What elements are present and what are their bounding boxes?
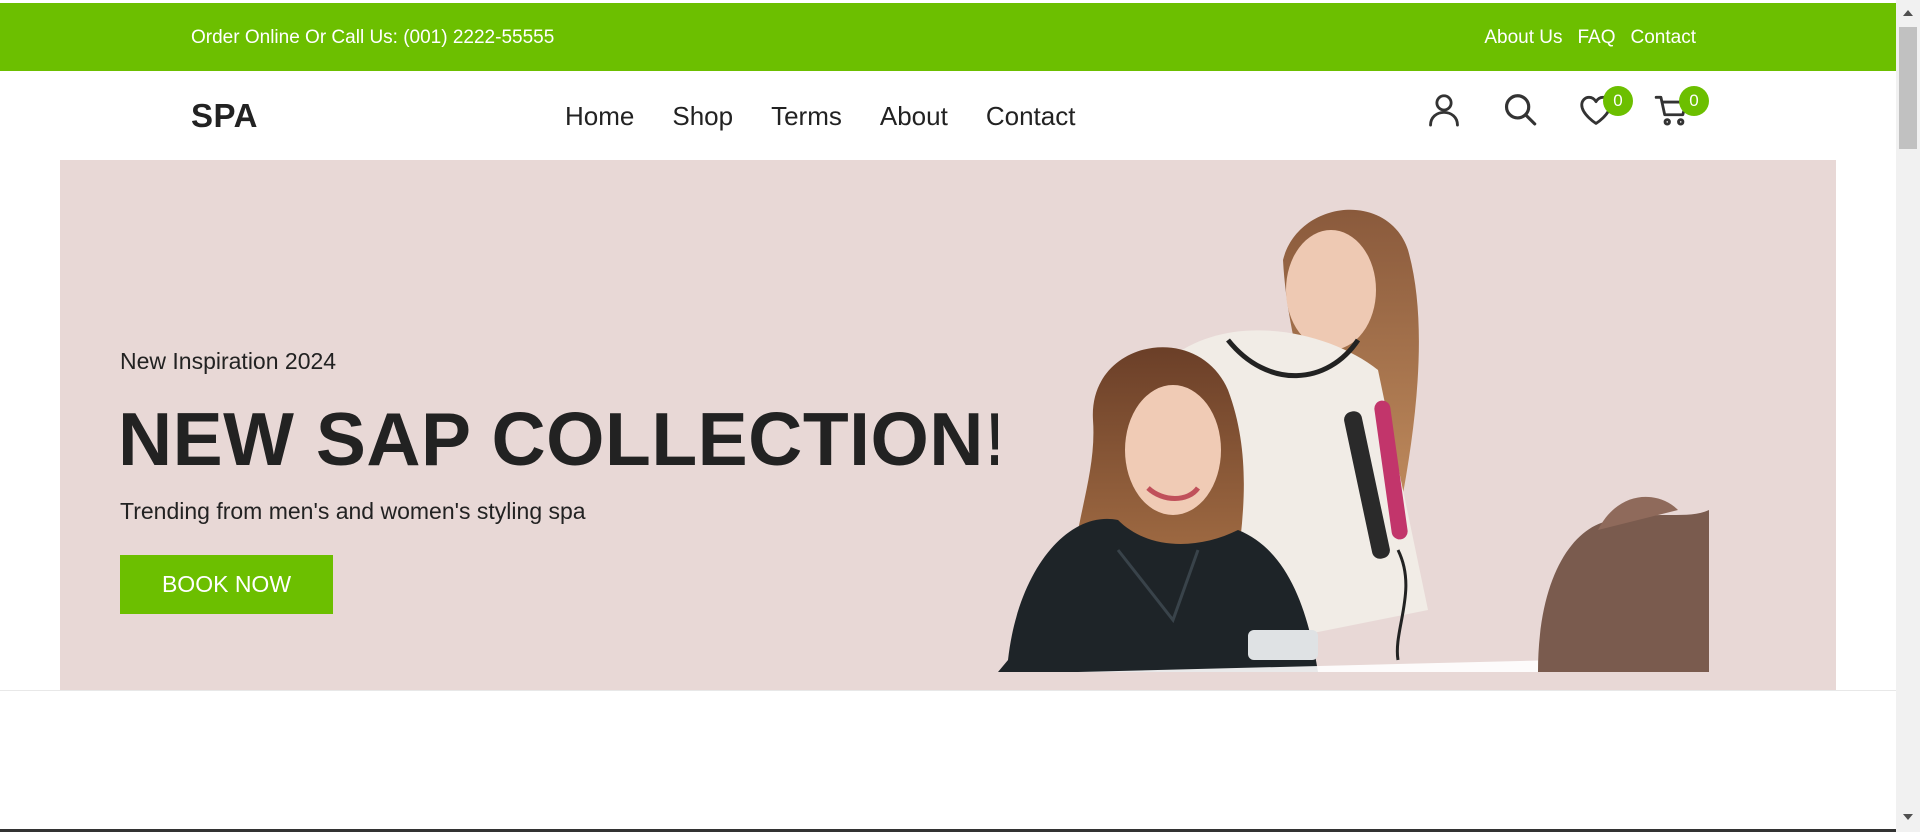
cart-count-badge: 0 (1679, 86, 1709, 116)
site-header: SPA Home Shop Terms About Contact 0 0 (0, 71, 1896, 160)
cart-icon[interactable]: 0 (1653, 86, 1709, 129)
top-link-faq[interactable]: FAQ (1578, 27, 1616, 49)
site-logo[interactable]: SPA (191, 97, 258, 135)
hero-banner: New Inspiration 2024 NEW SAP COLLECTION!… (60, 160, 1836, 690)
top-link-contact[interactable]: Contact (1631, 27, 1696, 49)
top-link-about-us[interactable]: About Us (1484, 27, 1562, 49)
heart-icon[interactable]: 0 (1577, 86, 1633, 129)
wishlist-count-badge: 0 (1603, 86, 1633, 116)
nav-shop[interactable]: Shop (672, 101, 733, 132)
search-icon[interactable] (1501, 91, 1539, 129)
order-phone-text: Order Online Or Call Us: (001) 2222-5555… (191, 27, 555, 48)
top-links: About Us FAQ Contact (1484, 27, 1696, 49)
scroll-down-arrow-icon[interactable] (1896, 810, 1920, 824)
main-nav: Home Shop Terms About Contact (565, 101, 1075, 132)
book-now-button[interactable]: BOOK NOW (120, 555, 333, 614)
scroll-up-arrow-icon[interactable] (1896, 6, 1920, 20)
nav-home[interactable]: Home (565, 101, 634, 132)
nav-about[interactable]: About (880, 101, 948, 132)
user-icon[interactable] (1425, 91, 1463, 129)
hero-title: NEW SAP COLLECTION! (118, 397, 1010, 481)
scrollbar-thumb[interactable] (1899, 27, 1917, 149)
hero-image (998, 190, 1709, 672)
nav-contact[interactable]: Contact (986, 101, 1076, 132)
hero-eyebrow: New Inspiration 2024 (120, 348, 337, 374)
hero-subtitle: Trending from men's and women's styling … (120, 498, 586, 524)
header-icons: 0 0 (1425, 86, 1709, 129)
top-bar: Order Online Or Call Us: (001) 2222-5555… (0, 3, 1896, 71)
page-scrollbar[interactable] (1896, 0, 1920, 832)
nav-terms[interactable]: Terms (771, 101, 842, 132)
section-divider (0, 690, 1896, 691)
